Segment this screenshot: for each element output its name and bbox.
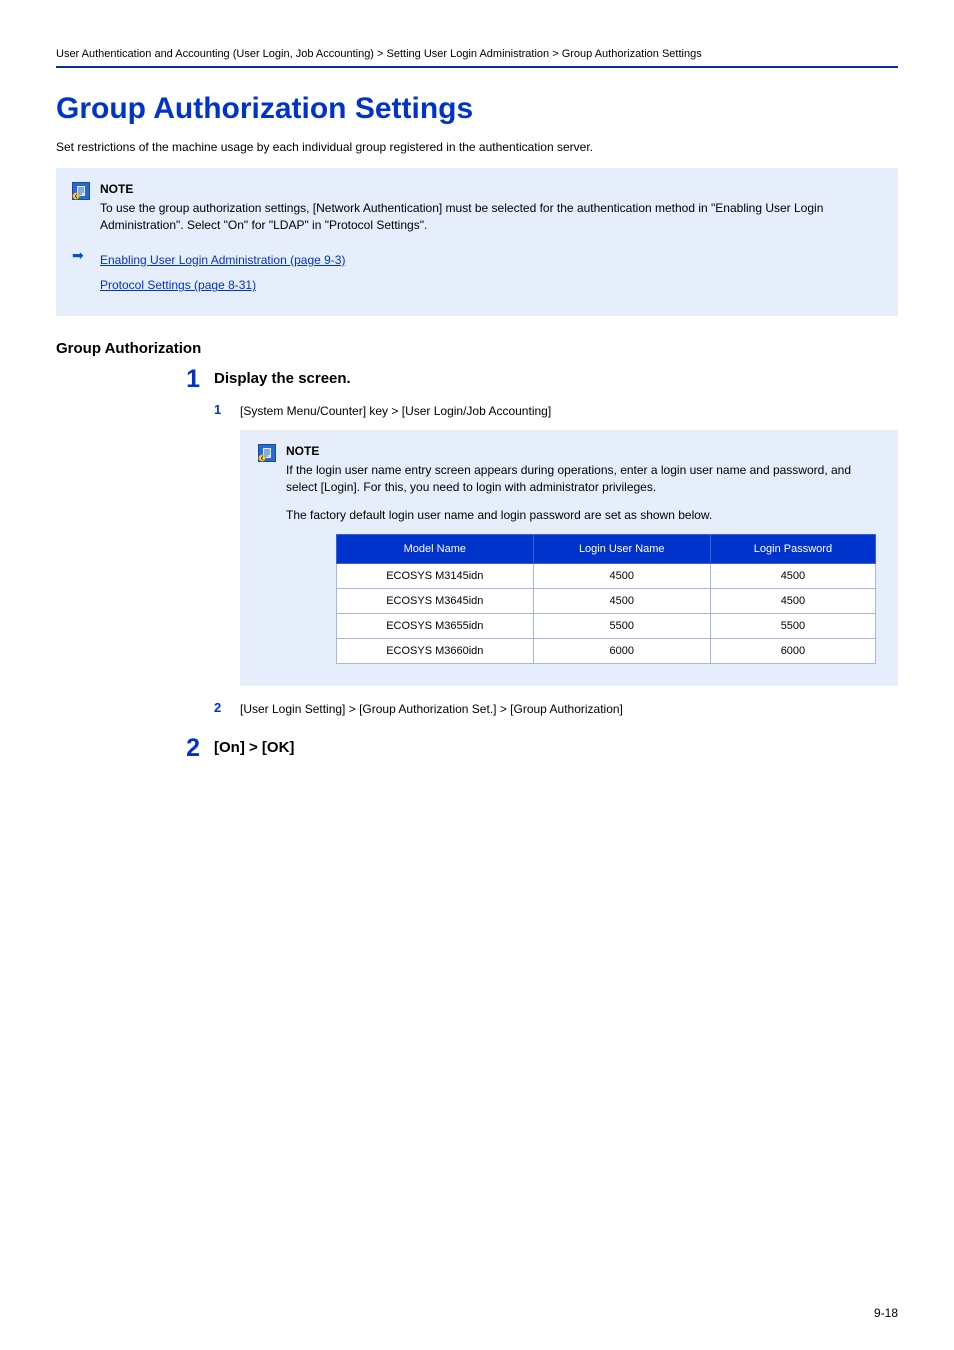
cell: 4500 xyxy=(710,564,875,589)
note-box-top: NOTE To use the group authorization sett… xyxy=(56,168,898,316)
note-box-inner: NOTE If the login user name entry screen… xyxy=(240,430,898,686)
step-2-heading: [On] > [OK] xyxy=(214,739,294,756)
arrow-right-icon: ➡ xyxy=(72,247,90,262)
cell: ECOSYS M3645idn xyxy=(337,589,534,614)
page-number: 9-18 xyxy=(874,1306,898,1320)
note-icon xyxy=(72,182,90,205)
header-divider xyxy=(56,66,898,68)
table-header-password: Login Password xyxy=(710,535,875,564)
table-row: ECOSYS M3660idn 6000 6000 xyxy=(337,639,876,664)
cell: 6000 xyxy=(533,639,710,664)
cell: 5500 xyxy=(710,614,875,639)
note-body: To use the group authorization settings,… xyxy=(100,200,882,235)
link-enabling-user-login[interactable]: Enabling User Login Administration (page… xyxy=(100,253,345,267)
section-title: Group Authorization xyxy=(56,340,898,357)
step-1-heading: Display the screen. xyxy=(214,370,351,387)
substep-number-1: 1 xyxy=(214,402,226,417)
substep-2-text: [User Login Setting] > [Group Authorizat… xyxy=(240,700,623,718)
cell: 4500 xyxy=(533,564,710,589)
table-row: ECOSYS M3645idn 4500 4500 xyxy=(337,589,876,614)
step-number-2: 2 xyxy=(176,736,200,761)
substep-1-text: [System Menu/Counter] key > [User Login/… xyxy=(240,402,551,420)
note-icon xyxy=(258,444,276,467)
substep-number-2: 2 xyxy=(214,700,226,715)
login-credentials-table: Model Name Login User Name Login Passwor… xyxy=(336,534,876,664)
note-heading: NOTE xyxy=(100,182,882,196)
step-number-1: 1 xyxy=(176,367,200,392)
note-body-1: If the login user name entry screen appe… xyxy=(286,462,880,497)
cell: 6000 xyxy=(710,639,875,664)
note-heading: NOTE xyxy=(286,444,880,458)
table-row: ECOSYS M3655idn 5500 5500 xyxy=(337,614,876,639)
cell: ECOSYS M3660idn xyxy=(337,639,534,664)
cell: ECOSYS M3655idn xyxy=(337,614,534,639)
cell: ECOSYS M3145idn xyxy=(337,564,534,589)
page-title: Group Authorization Settings xyxy=(56,92,898,126)
table-row: ECOSYS M3145idn 4500 4500 xyxy=(337,564,876,589)
cell: 5500 xyxy=(533,614,710,639)
cell: 4500 xyxy=(710,589,875,614)
table-header-username: Login User Name xyxy=(533,535,710,564)
table-header-model: Model Name xyxy=(337,535,534,564)
breadcrumb: User Authentication and Accounting (User… xyxy=(56,48,898,60)
intro-text: Set restrictions of the machine usage by… xyxy=(56,140,898,154)
link-protocol-settings[interactable]: Protocol Settings (page 8-31) xyxy=(100,278,256,292)
note-body-2: The factory default login user name and … xyxy=(286,507,880,524)
cell: 4500 xyxy=(533,589,710,614)
